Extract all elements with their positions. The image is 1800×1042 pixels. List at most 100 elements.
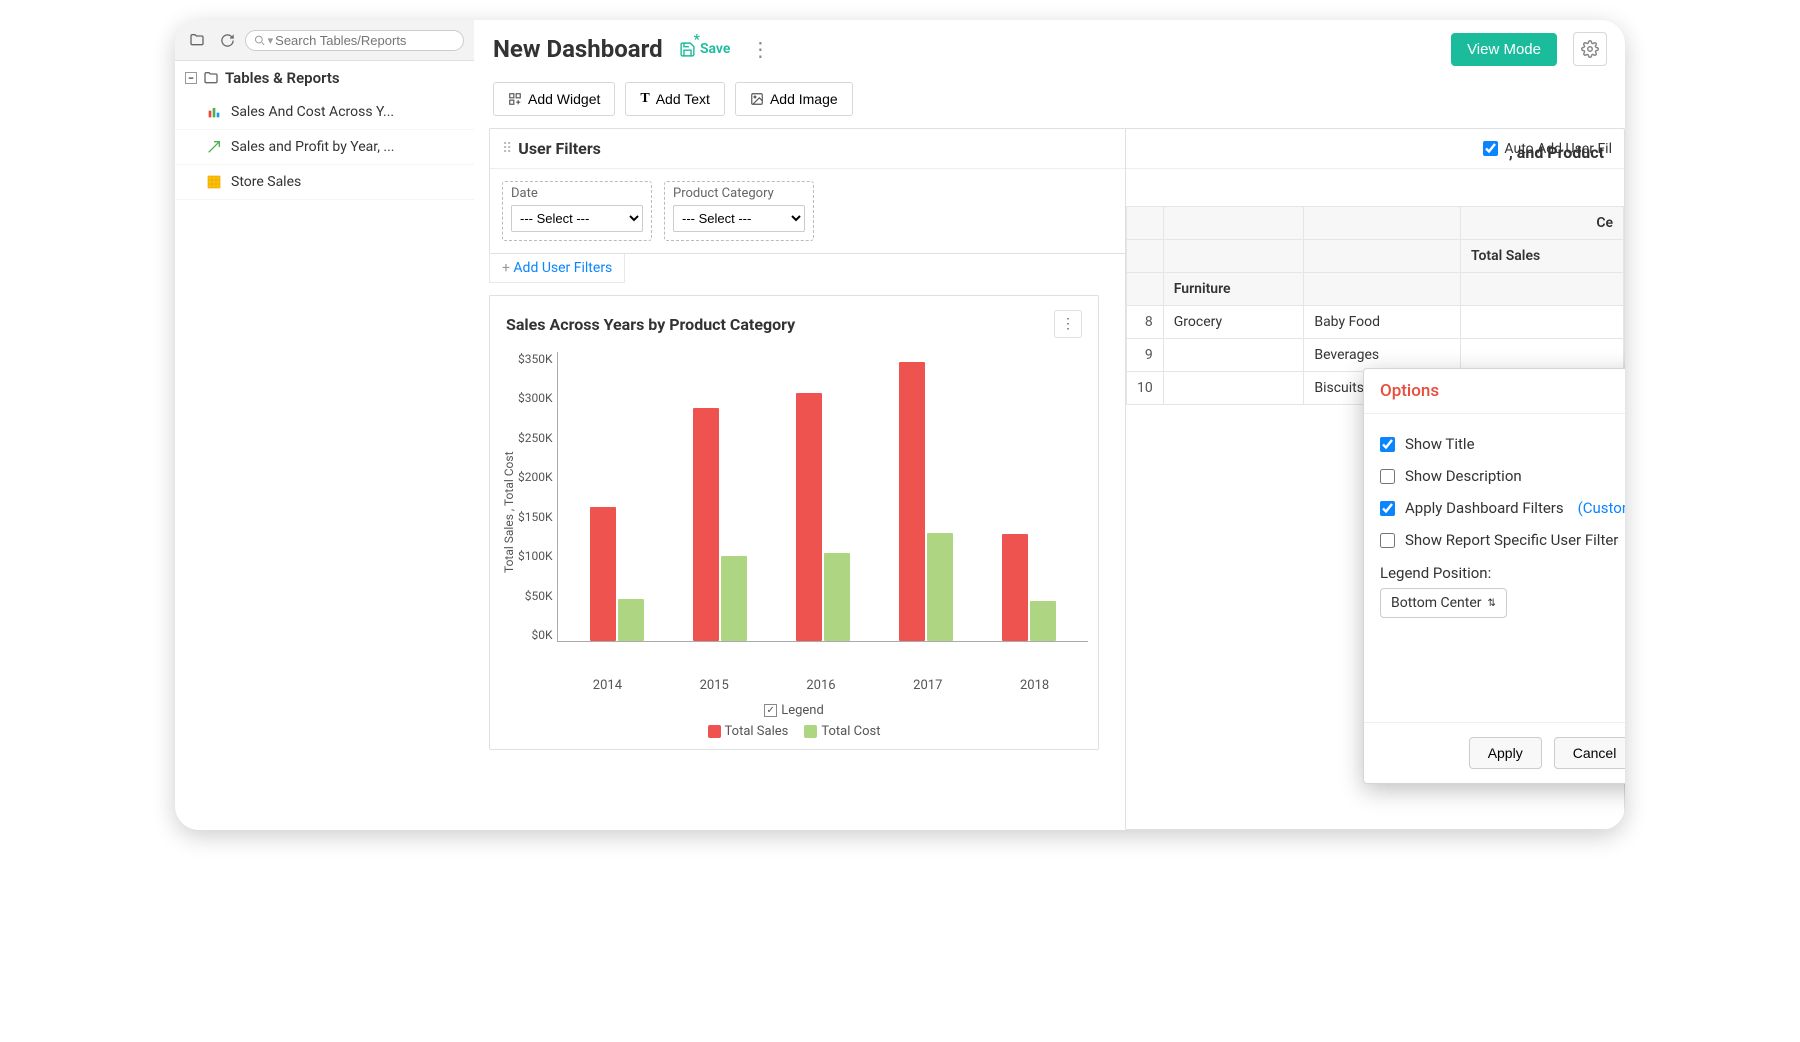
bar[interactable] — [1030, 601, 1056, 641]
sidebar-item[interactable]: Store Sales — [175, 165, 474, 200]
y-tick: $250K — [518, 431, 553, 445]
folder-icon[interactable] — [185, 28, 209, 52]
popup-title: Options — [1380, 381, 1439, 401]
show-title-label: Show Title — [1405, 435, 1475, 453]
search-wrap: ▾ — [245, 30, 464, 51]
add-text-button[interactable]: T Add Text — [625, 82, 725, 116]
bar[interactable] — [824, 553, 850, 641]
show-report-filter-checkbox[interactable] — [1380, 533, 1395, 548]
bar[interactable] — [796, 393, 822, 641]
add-widget-button[interactable]: Add Widget — [493, 82, 615, 116]
checkbox-icon: ✓ — [764, 704, 777, 717]
sidebar-item-label: Store Sales — [231, 174, 301, 190]
show-description-label: Show Description — [1405, 467, 1522, 485]
cancel-button[interactable]: Cancel — [1554, 737, 1625, 769]
y-tick: $300K — [518, 391, 553, 405]
filter-label: Date — [511, 186, 643, 201]
chart-area: Total Sales , Total Cost $350K $300K $250K… — [490, 352, 1098, 749]
y-ticks: $350K$300K$250K$200K$150K$100K$50K$0K — [518, 352, 557, 642]
table-icon — [205, 173, 223, 191]
options-popup: Options Show Title Show Description — [1363, 368, 1625, 784]
apply-button[interactable]: Apply — [1469, 737, 1542, 769]
x-labels: 20142015201620172018 — [554, 672, 1088, 693]
chart-widget: Sales Across Years by Product Category ⋮… — [489, 295, 1099, 750]
y-tick: $200K — [518, 470, 553, 484]
y-axis-label: Total Sales , Total Cost — [500, 352, 518, 672]
sidebar-item-label: Sales And Cost Across Y... — [231, 104, 394, 120]
header: New Dashboard * Save ⋮ View Mode — [475, 20, 1625, 78]
header-menu-icon[interactable]: ⋮ — [746, 37, 774, 61]
filter-select[interactable]: --- Select --- — [511, 205, 643, 232]
col-ce: Ce — [1460, 207, 1623, 240]
tree-header[interactable]: − Tables & Reports — [175, 61, 474, 95]
text-icon: T — [640, 91, 649, 107]
bar[interactable] — [693, 408, 719, 641]
bar[interactable] — [899, 362, 925, 641]
show-description-checkbox[interactable] — [1380, 469, 1395, 484]
add-user-filters-button[interactable]: + Add User Filters — [489, 254, 625, 283]
col-total-sales: Total Sales — [1460, 240, 1623, 273]
apply-dashboard-filters-label: Apply Dashboard Filters — [1405, 499, 1564, 517]
settings-button[interactable] — [1573, 32, 1607, 66]
bar-chart: Total Sales , Total Cost $350K $300K $250K… — [500, 352, 1088, 672]
bar[interactable] — [590, 507, 616, 641]
legend-position-label: Legend Position: — [1380, 556, 1625, 588]
bar-group — [684, 408, 756, 641]
widget-toolbar: Add Widget T Add Text Add Image — [475, 78, 1625, 128]
legend-swatch — [804, 725, 817, 738]
view-mode-button[interactable]: View Mode — [1451, 33, 1557, 66]
table-row[interactable]: Furniture — [1127, 273, 1624, 306]
legend-toggle[interactable]: ✓ Legend — [764, 703, 824, 718]
refresh-icon[interactable] — [215, 28, 239, 52]
sidebar-toolbar: ▾ — [175, 20, 474, 61]
tree-title: Tables & Reports — [225, 69, 340, 87]
chart-title: Sales Across Years by Product Category — [506, 315, 795, 334]
show-title-checkbox[interactable] — [1380, 437, 1395, 452]
popup-footer: Apply Cancel — [1364, 722, 1625, 783]
sidebar: ▾ − Tables & Reports Sales And Cost Acro… — [175, 20, 475, 830]
sidebar-item[interactable]: Sales and Profit by Year, ... — [175, 130, 474, 165]
x-tick: 2014 — [554, 672, 661, 693]
chart-icon — [205, 103, 223, 121]
bar[interactable] — [1002, 534, 1028, 641]
apply-dashboard-filters-checkbox[interactable] — [1380, 501, 1395, 516]
x-tick: 2018 — [981, 672, 1088, 693]
bar[interactable] — [618, 599, 644, 641]
add-image-button[interactable]: Add Image — [735, 82, 853, 116]
table-row[interactable]: 9Beverages — [1127, 339, 1624, 372]
legend-item[interactable]: Total Sales — [708, 724, 789, 739]
legend-position-select[interactable]: Bottom Center ⇅ — [1380, 588, 1507, 618]
table-title: , and Product — [1126, 129, 1624, 176]
drag-handle-icon[interactable]: ⠿ — [502, 141, 510, 157]
y-tick: $350K — [518, 352, 553, 366]
bar-group — [787, 393, 859, 641]
table-row[interactable]: 8GroceryBaby Food — [1127, 306, 1624, 339]
show-report-filter-label: Show Report Specific User Filter — [1405, 531, 1618, 549]
main: New Dashboard * Save ⋮ View Mode Add Wid… — [475, 20, 1625, 830]
gear-icon — [1581, 40, 1599, 58]
bar[interactable] — [927, 533, 953, 641]
content: ⠿ User Filters Auto Add User Fil Date---… — [475, 128, 1625, 830]
legend-item[interactable]: Total Cost — [804, 724, 880, 739]
y-tick: $150K — [518, 510, 553, 524]
legend-swatch — [708, 725, 721, 738]
page-title: New Dashboard — [493, 35, 663, 63]
filter-select[interactable]: --- Select --- — [673, 205, 805, 232]
customize-link[interactable]: (Customize) — [1578, 499, 1625, 517]
legend: ✓ Legend Total Sales Total Cost — [500, 703, 1088, 739]
user-filters-title: User Filters — [518, 139, 601, 158]
save-button[interactable]: * Save — [679, 41, 731, 58]
collapse-icon[interactable]: − — [185, 72, 197, 84]
bar-group — [993, 534, 1065, 641]
popup-body: Show Title Show Description Apply Dashbo… — [1364, 414, 1625, 632]
search-icon — [254, 34, 266, 47]
bar[interactable] — [721, 556, 747, 641]
image-icon — [750, 92, 764, 106]
filter-box: Date --- Select --- — [502, 181, 652, 241]
sidebar-item[interactable]: Sales And Cost Across Y... — [175, 95, 474, 130]
y-tick: $100K — [518, 549, 553, 563]
x-tick: 2015 — [661, 672, 768, 693]
search-input[interactable] — [275, 33, 455, 48]
chart-options-button[interactable]: ⋮ — [1054, 310, 1082, 338]
x-tick: 2017 — [874, 672, 981, 693]
